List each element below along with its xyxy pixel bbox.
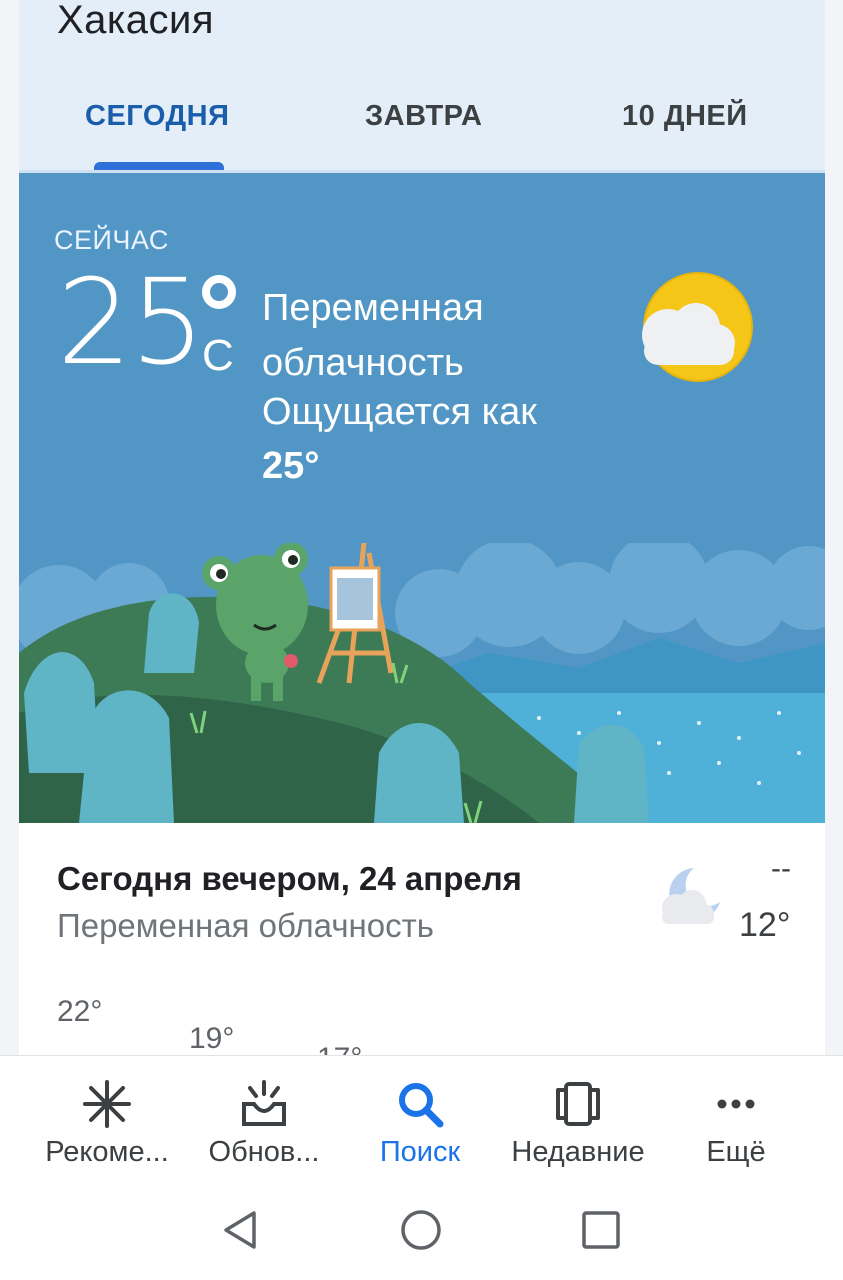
current-condition: Переменная облачность	[262, 287, 484, 384]
feels-like-value: 25°	[262, 445, 320, 487]
bottom-navigation: Рекоме... Обнов... Поиск Недавние Ещё	[0, 1055, 843, 1175]
nav-more[interactable]: Ещё	[652, 1056, 820, 1176]
nav-label: Поиск	[379, 1136, 461, 1168]
tonight-title: Сегодня вечером, 24 апреля	[57, 860, 522, 897]
tonight-low-temperature: 12°	[739, 906, 791, 944]
partly-cloudy-icon	[642, 272, 753, 382]
search-icon	[399, 1083, 444, 1128]
back-icon[interactable]	[218, 1207, 264, 1253]
now-label: СЕЙЧАС	[54, 225, 169, 255]
recent-icon	[556, 1082, 600, 1126]
nav-recent[interactable]: Недавние	[494, 1056, 662, 1176]
home-icon[interactable]	[398, 1207, 444, 1253]
tab-today[interactable]: СЕГОДНЯ	[85, 100, 229, 133]
tonight-precipitation: --	[771, 852, 791, 885]
system-navigation-bar	[0, 1175, 843, 1280]
sparkle-icon	[83, 1080, 131, 1128]
recents-icon[interactable]	[578, 1207, 624, 1253]
nav-recommendations[interactable]: Рекоме...	[23, 1056, 191, 1176]
location-title: Хакасия	[57, 0, 215, 42]
weather-header: Хакасия СЕГОДНЯ ЗАВТРА 10 ДНЕЙ	[19, 0, 825, 173]
hourly-temp: 19°	[189, 1022, 235, 1055]
weather-card: Хакасия СЕГОДНЯ ЗАВТРА 10 ДНЕЙ СЕЙЧАС 25…	[19, 0, 825, 1060]
tab-tomorrow[interactable]: ЗАВТРА	[365, 100, 482, 133]
nav-label: Недавние	[511, 1136, 645, 1168]
tonight-condition: Переменная облачность	[57, 907, 434, 944]
current-temperature: 25	[57, 253, 205, 391]
current-weather-panel: СЕЙЧАС 25 C Переменная облачность Ощущае…	[19, 173, 825, 823]
nav-updates[interactable]: Обнов...	[180, 1056, 348, 1176]
frog-illustration	[19, 543, 825, 823]
moon-cloud-icon	[662, 868, 720, 924]
tab-10-days[interactable]: 10 ДНЕЙ	[622, 100, 748, 133]
hourly-temp: 22°	[57, 995, 103, 1028]
nav-label: Ещё	[706, 1136, 766, 1168]
temperature-unit: C	[202, 331, 234, 380]
feels-like-label: Ощущается как	[262, 391, 537, 433]
updates-icon	[242, 1080, 286, 1126]
nav-search[interactable]: Поиск	[336, 1056, 504, 1176]
degree-symbol	[202, 275, 236, 309]
nav-label: Рекоме...	[45, 1136, 169, 1168]
nav-label: Обнов...	[208, 1136, 320, 1168]
more-icon	[717, 1099, 755, 1109]
